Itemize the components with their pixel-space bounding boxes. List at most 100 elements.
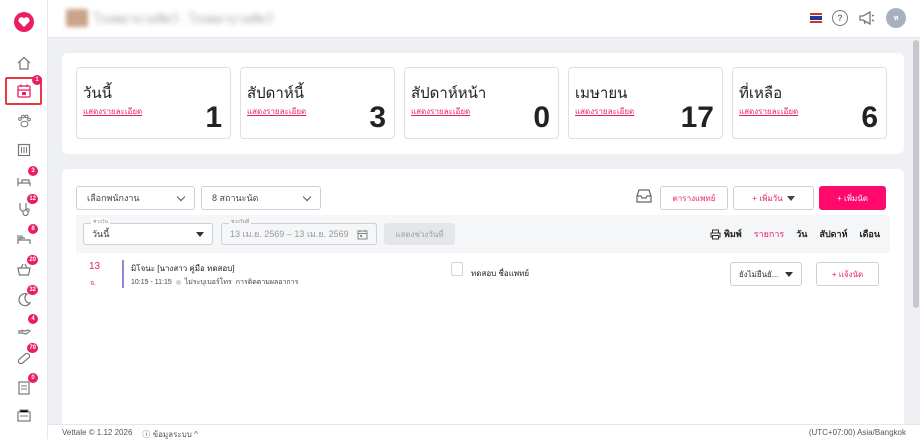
- help-icon[interactable]: ?: [832, 10, 848, 26]
- footer: Vettale © 1.12 2026 ⓘ ข้อมูลระบบ ^ (UTC+…: [48, 424, 920, 439]
- card-detail-link[interactable]: แสดงรายละเอียด: [739, 105, 798, 118]
- card-detail-link[interactable]: แสดงรายละเอียด: [411, 105, 470, 118]
- sidebar-item-billing[interactable]: 0: [12, 373, 38, 399]
- add-appointment-button[interactable]: + เพิ่มนัด: [819, 186, 886, 210]
- range-select-label: ช่วงวัน: [91, 218, 110, 226]
- tab-list[interactable]: รายการ: [754, 227, 785, 241]
- date-range-input[interactable]: 13 เม.ย. 2569 – 13 เม.ย. 2569: [221, 223, 377, 245]
- calendar-icon: [357, 229, 368, 239]
- sidebar-item-pets[interactable]: [12, 110, 36, 132]
- sidebar: 1 3 12 8 20 32 4 70 0: [0, 0, 48, 439]
- heart-icon: [18, 17, 30, 27]
- sidebar-item-ward[interactable]: 8: [12, 224, 38, 250]
- hand-icon: [18, 329, 32, 335]
- card-title: เมษายน: [575, 85, 628, 102]
- tab-day[interactable]: วัน: [796, 227, 807, 241]
- system-info-link[interactable]: ⓘ ข้อมูลระบบ ^: [142, 428, 197, 439]
- range-select[interactable]: วันนี้: [83, 223, 213, 245]
- separator-dot: [175, 280, 181, 285]
- notify-appointment-button[interactable]: + แจ้งนัด: [816, 262, 879, 286]
- tab-month[interactable]: เดือน: [860, 227, 880, 241]
- appointment-weekday: จ.: [90, 280, 97, 287]
- card-count: 3: [369, 101, 386, 134]
- appointment-status-value: ยังไม่ยืนยั...: [739, 269, 779, 279]
- status-filter-select[interactable]: 8 สถานะนัด: [201, 186, 321, 210]
- sidebar-item-register[interactable]: [12, 404, 36, 426]
- paw-icon: [18, 114, 31, 128]
- appointment-time: 10:15 - 11:15: [131, 279, 172, 286]
- page-scrollbar[interactable]: [913, 40, 919, 308]
- nav-badge: 12: [27, 194, 38, 204]
- card-detail-link[interactable]: แสดงรายละเอียด: [575, 105, 634, 118]
- add-day-button[interactable]: + เพิ่มวัน: [733, 186, 814, 210]
- megaphone-icon[interactable]: [858, 10, 876, 26]
- nav-badge: 32: [27, 285, 38, 295]
- status-filter-value: 8 สถานะนัด: [212, 193, 259, 203]
- nav-badge: 0: [28, 373, 38, 383]
- card-detail-link[interactable]: แสดงรายละเอียด: [247, 105, 306, 118]
- kennel-icon: [17, 143, 31, 157]
- summary-card-month: เมษายน แสดงรายละเอียด 17: [568, 67, 723, 139]
- clinic-name[interactable]: โรงพยาบาลสัตว์ · โรงพยาบาลสัตว์: [94, 10, 273, 29]
- card-count: 17: [680, 101, 714, 134]
- nav-badge: 20: [27, 255, 38, 265]
- appointment-phone: ไม่ระบุเบอร์โทร: [184, 279, 232, 286]
- app-version: Vettale © 1.12 2026: [62, 428, 133, 437]
- sidebar-item-appointments[interactable]: 1: [5, 75, 42, 105]
- employee-select-value: เลือกพนักงาน: [87, 193, 140, 203]
- appointment-doctor: ทดสอบ ชื่อแพทย์: [471, 269, 530, 278]
- chevron-down-icon: [302, 192, 312, 201]
- nav-badge: 4: [28, 314, 38, 324]
- employee-select[interactable]: เลือกพนักงาน: [76, 186, 195, 210]
- print-button[interactable]: พิมพ์: [710, 227, 742, 241]
- filter-bar: วันนี้ ช่วงวัน 13 เม.ย. 2569 – 13 เม.ย. …: [76, 215, 890, 253]
- timezone-label: (UTC+07:00) Asia/Bangkok: [808, 428, 906, 437]
- sidebar-item-night[interactable]: 32: [12, 285, 38, 311]
- appointment-color-bar: [122, 260, 124, 288]
- card-detail-link[interactable]: แสดงรายละเอียด: [83, 105, 142, 118]
- card-count: 1: [205, 101, 222, 134]
- user-avatar[interactable]: ท: [886, 8, 906, 28]
- nav-badge: 8: [28, 224, 38, 234]
- card-title: สัปดาห์นี้: [247, 85, 304, 102]
- show-range-button[interactable]: แสดงช่วงวันที่: [384, 223, 455, 245]
- nav-badge: 3: [28, 166, 38, 176]
- sidebar-item-kennel[interactable]: [12, 139, 36, 161]
- ward-icon: [17, 235, 31, 244]
- app-logo[interactable]: [14, 12, 34, 32]
- summary-card-next-week: สัปดาห์หน้า แสดงรายละเอียด 0: [404, 67, 559, 139]
- doctor-avatar-image: [451, 262, 463, 276]
- date-range-value: 13 เม.ย. 2569 – 13 เม.ย. 2569: [230, 229, 349, 239]
- card-count: 6: [861, 101, 878, 134]
- invoice-icon: [18, 381, 30, 395]
- sidebar-item-home[interactable]: [12, 52, 36, 74]
- thai-flag-icon[interactable]: [810, 13, 822, 24]
- home-icon: [17, 56, 31, 70]
- card-title: สัปดาห์หน้า: [411, 85, 487, 102]
- register-icon: [17, 409, 31, 422]
- sidebar-item-treatment[interactable]: 12: [12, 194, 38, 220]
- nav-badge: 1: [32, 75, 42, 85]
- sidebar-item-shop[interactable]: 20: [12, 255, 38, 281]
- summary-card-today: วันนี้ แสดงรายละเอียด 1: [76, 67, 231, 139]
- appointment-status-select[interactable]: ยังไม่ยืนยั...: [730, 262, 802, 286]
- appointment-type: การติดตามผลอาการ: [235, 279, 299, 286]
- card-count: 0: [533, 101, 550, 134]
- appointment-row[interactable]: 13 จ. มิโจนะ [นางสาว คู่มือ ทดสอบ] 10:15…: [76, 257, 890, 295]
- clinic-logo: [66, 9, 88, 27]
- card-title: ที่เหลือ: [739, 85, 783, 102]
- range-select-value: วันนี้: [92, 229, 110, 239]
- sidebar-item-care[interactable]: 4: [12, 314, 38, 340]
- summary-card-remaining: ที่เหลือ แสดงรายละเอียด 6: [732, 67, 887, 139]
- sidebar-item-medicine[interactable]: 70: [12, 343, 38, 369]
- tab-week[interactable]: สัปดาห์: [819, 227, 847, 241]
- inbox-icon[interactable]: [636, 189, 652, 203]
- view-tabs: พิมพ์ รายการ วัน สัปดาห์ เดือน: [710, 227, 880, 241]
- printer-icon: [710, 229, 721, 239]
- add-day-label: + เพิ่มวัน: [752, 193, 783, 203]
- date-range-label: ช่วงวันที่: [229, 218, 252, 226]
- sidebar-item-admit[interactable]: 3: [12, 166, 38, 192]
- appointment-patient[interactable]: มิโจนะ [นางสาว คู่มือ ทดสอบ]: [131, 262, 235, 275]
- summary-panel: วันนี้ แสดงรายละเอียด 1 สัปดาห์นี้ แสดงร…: [62, 53, 904, 154]
- doctor-schedule-button[interactable]: ตารางแพทย์: [660, 186, 728, 210]
